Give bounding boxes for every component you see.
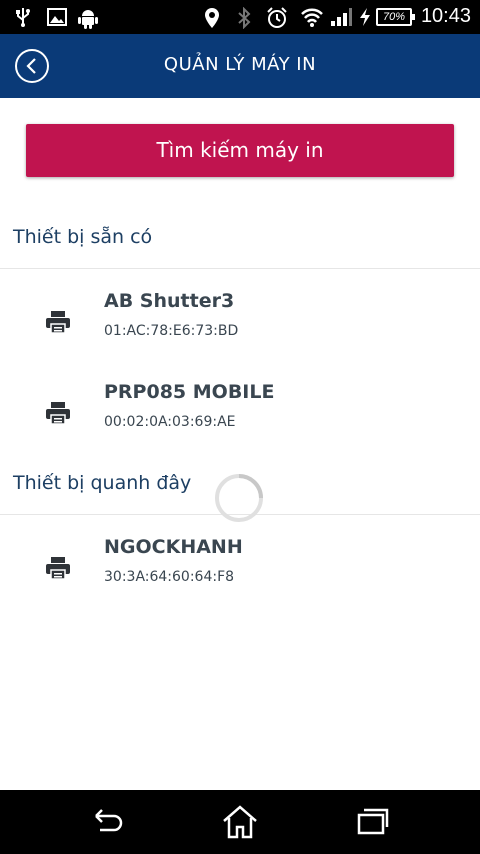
section-title-available: Thiết bị sẵn có bbox=[13, 226, 153, 248]
recents-icon[interactable] bbox=[355, 804, 391, 844]
wifi-icon bbox=[300, 7, 324, 31]
printer-icon bbox=[45, 310, 71, 338]
signal-icon bbox=[330, 7, 352, 31]
device-address: 00:02:0A:03:69:AE bbox=[104, 414, 236, 430]
location-icon bbox=[204, 7, 220, 33]
divider bbox=[0, 268, 480, 269]
app-bar: QUẢN LÝ MÁY IN bbox=[0, 34, 480, 98]
status-time: 10:43 bbox=[420, 5, 471, 27]
device-name: NGOCKHANH bbox=[104, 536, 243, 558]
home-icon[interactable] bbox=[221, 804, 259, 844]
image-icon bbox=[47, 7, 67, 31]
printer-icon bbox=[45, 556, 71, 584]
device-item[interactable]: NGOCKHANH 30:3A:64:60:64:F8 bbox=[0, 536, 480, 616]
back-icon[interactable] bbox=[90, 804, 126, 844]
device-name: PRP085 MOBILE bbox=[104, 381, 275, 403]
device-item[interactable]: AB Shutter3 01:AC:78:E6:73:BD bbox=[0, 290, 480, 370]
device-address: 30:3A:64:60:64:F8 bbox=[104, 569, 235, 585]
device-item[interactable]: PRP085 MOBILE 00:02:0A:03:69:AE bbox=[0, 381, 480, 461]
section-title-nearby: Thiết bị quanh đây bbox=[13, 472, 192, 494]
battery-indicator: 70% bbox=[376, 8, 415, 26]
device-name: AB Shutter3 bbox=[104, 290, 235, 312]
page-title: QUẢN LÝ MÁY IN bbox=[163, 54, 317, 75]
android-icon bbox=[77, 7, 99, 33]
status-bar: 70% 10:43 bbox=[0, 0, 480, 34]
alarm-icon bbox=[266, 7, 288, 33]
loading-spinner-icon bbox=[214, 473, 264, 523]
search-printer-button[interactable]: Tìm kiếm máy in bbox=[26, 124, 454, 177]
system-nav-bar bbox=[0, 790, 480, 854]
printer-icon bbox=[45, 401, 71, 429]
bluetooth-icon bbox=[237, 6, 251, 33]
device-address: 01:AC:78:E6:73:BD bbox=[104, 323, 239, 339]
charging-icon bbox=[358, 7, 372, 31]
usb-icon bbox=[14, 7, 32, 31]
